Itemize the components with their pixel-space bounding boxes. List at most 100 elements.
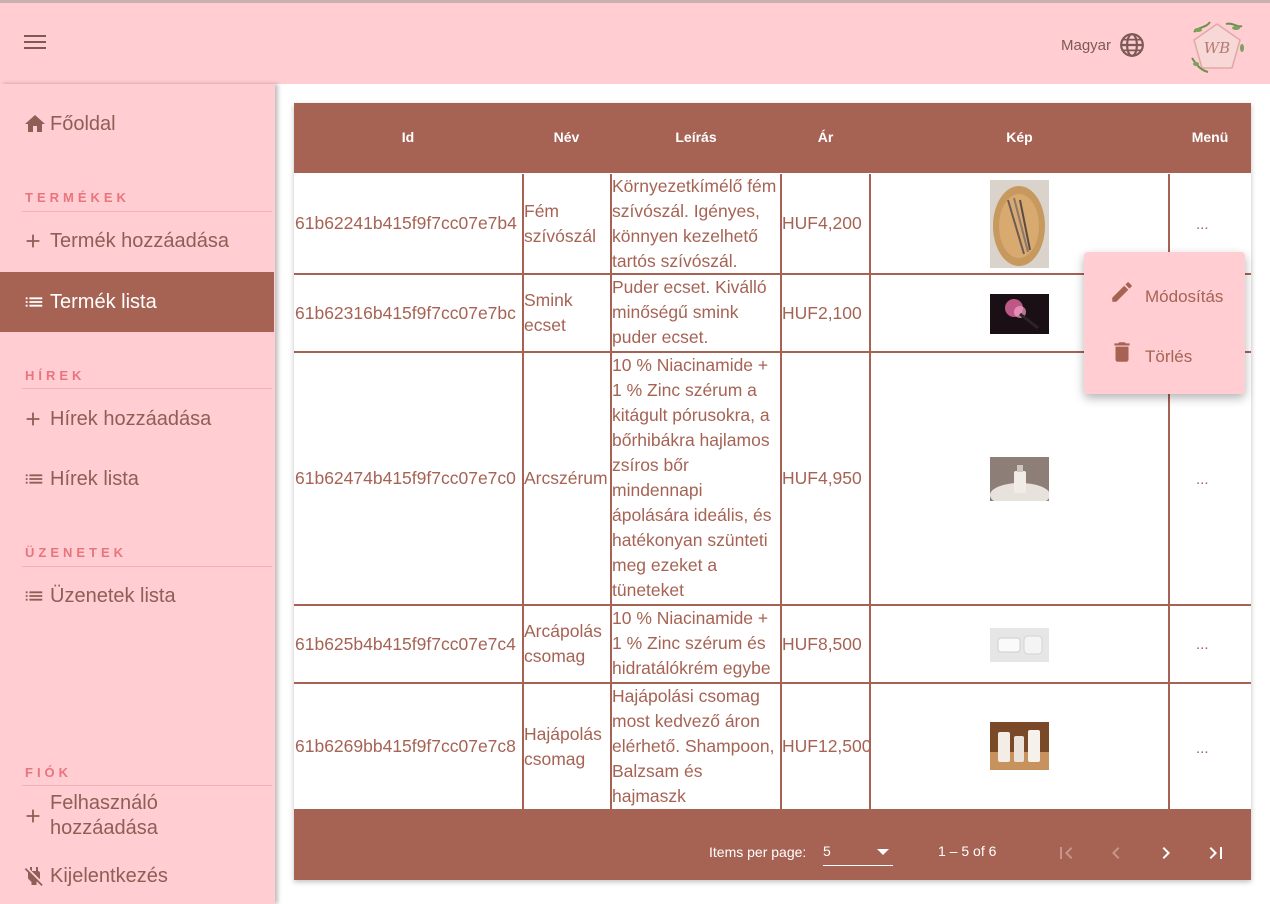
row-context-menu: Módosítás Törlés xyxy=(1084,252,1245,394)
items-per-page-label: Items per page: xyxy=(709,844,807,860)
sidebar-item-label: Termék hozzáadása xyxy=(50,229,229,252)
cell-price: HUF8,500 xyxy=(782,633,862,654)
sidebar-item-label: Hírek hozzáadása xyxy=(50,407,212,430)
cell-description: 10 % Niacinamide + 1 % Zinc szérum a kit… xyxy=(612,355,772,600)
column-header-id[interactable]: Id xyxy=(294,129,522,145)
cell-id: 61b62316b415f9f7cc07e7bc xyxy=(295,302,516,323)
page-size-value: 5 xyxy=(823,843,831,859)
column-header-description[interactable]: Leírás xyxy=(611,129,781,145)
last-page-button[interactable] xyxy=(1196,835,1236,871)
cell-name: Smink ecset xyxy=(524,290,573,335)
list-icon xyxy=(22,467,50,491)
cell-description: Puder ecset. Kiválló minőségű smink pude… xyxy=(612,277,767,347)
first-page-button[interactable] xyxy=(1046,835,1086,871)
divider xyxy=(1168,606,1170,682)
sidebar-item-label: Üzenetek lista xyxy=(50,584,176,607)
sidebar-item-label: Hírek lista xyxy=(50,467,139,490)
column-header-name[interactable]: Név xyxy=(522,129,611,145)
page-size-select[interactable]: 5 xyxy=(823,843,893,866)
section-label-products: TERMÉKEK xyxy=(25,190,130,205)
logo-monogram: WB xyxy=(1204,39,1230,57)
previous-page-button[interactable] xyxy=(1096,835,1136,871)
top-toolbar: Magyar WB xyxy=(0,0,1270,84)
section-label-news: HÍREK xyxy=(25,368,86,383)
cell-price: HUF2,100 xyxy=(782,302,862,323)
table-row: 61b625b4b415f9f7cc07e7c4 Arcápolás csoma… xyxy=(294,606,1251,684)
sidebar-item-product-list[interactable]: Termék lista xyxy=(0,272,274,332)
cell-price: HUF4,950 xyxy=(782,468,862,488)
sidebar-item-label: Kijelentkezés xyxy=(50,864,168,887)
cell-name: Arcszérum xyxy=(524,468,608,488)
divider xyxy=(869,275,871,351)
column-header-image[interactable]: Kép xyxy=(870,129,1169,145)
edit-menu-item[interactable]: Módosítás xyxy=(1084,264,1245,320)
column-header-menu[interactable]: Menü xyxy=(1169,129,1251,145)
home-icon xyxy=(22,112,50,136)
product-image xyxy=(990,457,1049,501)
power-off-icon xyxy=(22,864,50,888)
table-row: 61b6269bb415f9f7cc07e7c8 Hajápolás csoma… xyxy=(294,684,1251,809)
row-menu-button[interactable]: ... xyxy=(1196,471,1209,488)
paginator: Items per page: 5 1 – 5 of 6 xyxy=(294,809,1251,880)
delete-label: Törlés xyxy=(1145,347,1193,366)
chevron-left-icon xyxy=(1112,847,1120,859)
cell-id: 61b6269bb415f9f7cc07e7c8 xyxy=(295,736,516,756)
sidebar-item-add-user[interactable]: Felhasználó hozzáadása xyxy=(0,786,274,846)
product-table-card: Id Név Leírás Ár Kép Menü 61b62241b415f9… xyxy=(294,103,1251,880)
product-image xyxy=(990,180,1049,268)
trash-icon xyxy=(1114,342,1130,362)
row-menu-button[interactable]: ... xyxy=(1196,216,1209,233)
chevron-down-icon xyxy=(877,849,889,855)
sidebar-item-home[interactable]: Főoldal xyxy=(0,94,274,154)
sidebar: Főoldal TERMÉKEK Termék hozzáadása Termé… xyxy=(0,84,275,904)
row-menu-button[interactable]: ... xyxy=(1196,636,1209,653)
divider xyxy=(869,174,871,273)
add-user-label-line2: hozzáadása xyxy=(50,817,158,839)
plus-icon xyxy=(22,804,50,828)
divider xyxy=(869,684,871,809)
product-image xyxy=(990,628,1049,662)
language-label: Magyar xyxy=(1061,36,1112,54)
sidebar-item-label: Felhasználó hozzáadása xyxy=(50,791,158,841)
sidebar-item-label: Termék lista xyxy=(50,290,157,313)
cell-price: HUF4,200 xyxy=(782,213,862,233)
cell-description: 10 % Niacinamide + 1 % Zinc szérum és hi… xyxy=(612,608,771,678)
cell-id: 61b62474b415f9f7cc07e7c0 xyxy=(295,468,516,488)
product-image xyxy=(990,294,1049,334)
plus-icon xyxy=(22,229,50,253)
page-range-label: 1 – 5 of 6 xyxy=(938,843,997,859)
pencil-icon xyxy=(1112,282,1132,302)
sidebar-item-add-news[interactable]: Hírek hozzáadása xyxy=(0,389,274,449)
last-page-icon xyxy=(1209,847,1222,859)
first-page-icon xyxy=(1060,847,1073,859)
cell-name: Hajápolás csomag xyxy=(524,723,602,769)
sidebar-item-add-product[interactable]: Termék hozzáadása xyxy=(0,211,274,271)
language-selector[interactable]: Magyar xyxy=(1061,32,1145,58)
list-icon xyxy=(22,584,50,608)
delete-menu-item[interactable]: Törlés xyxy=(1084,324,1245,380)
divider xyxy=(869,353,871,604)
chevron-right-icon xyxy=(1162,847,1170,859)
column-header-price[interactable]: Ár xyxy=(781,129,870,145)
sidebar-item-logout[interactable]: Kijelentkezés xyxy=(0,846,274,904)
brand-logo[interactable]: WB xyxy=(1186,18,1248,74)
cell-price: HUF12,500 xyxy=(782,736,872,756)
row-menu-button[interactable]: ... xyxy=(1196,740,1209,757)
table-header: Id Név Leírás Ár Kép Menü xyxy=(294,103,1251,173)
sidebar-item-label: Főoldal xyxy=(50,112,116,135)
sidebar-item-messages-list[interactable]: Üzenetek lista xyxy=(0,566,274,626)
sidebar-item-news-list[interactable]: Hírek lista xyxy=(0,449,274,509)
next-page-button[interactable] xyxy=(1146,835,1186,871)
edit-label: Módosítás xyxy=(1145,287,1224,306)
add-user-label-line1: Felhasználó xyxy=(50,792,158,814)
divider xyxy=(869,606,871,682)
globe-icon xyxy=(1120,33,1144,57)
list-icon xyxy=(22,290,50,314)
cell-id: 61b625b4b415f9f7cc07e7c4 xyxy=(295,633,516,654)
divider xyxy=(1168,684,1170,809)
cell-name: Arcápolás csomag xyxy=(524,621,602,666)
cell-name: Fém szívószál xyxy=(524,200,596,246)
hamburger-menu-icon[interactable] xyxy=(22,31,48,57)
cell-description: Környezetkímélő fém szívószál. Igényes, … xyxy=(612,176,777,271)
section-label-account: FIÓK xyxy=(25,765,73,780)
